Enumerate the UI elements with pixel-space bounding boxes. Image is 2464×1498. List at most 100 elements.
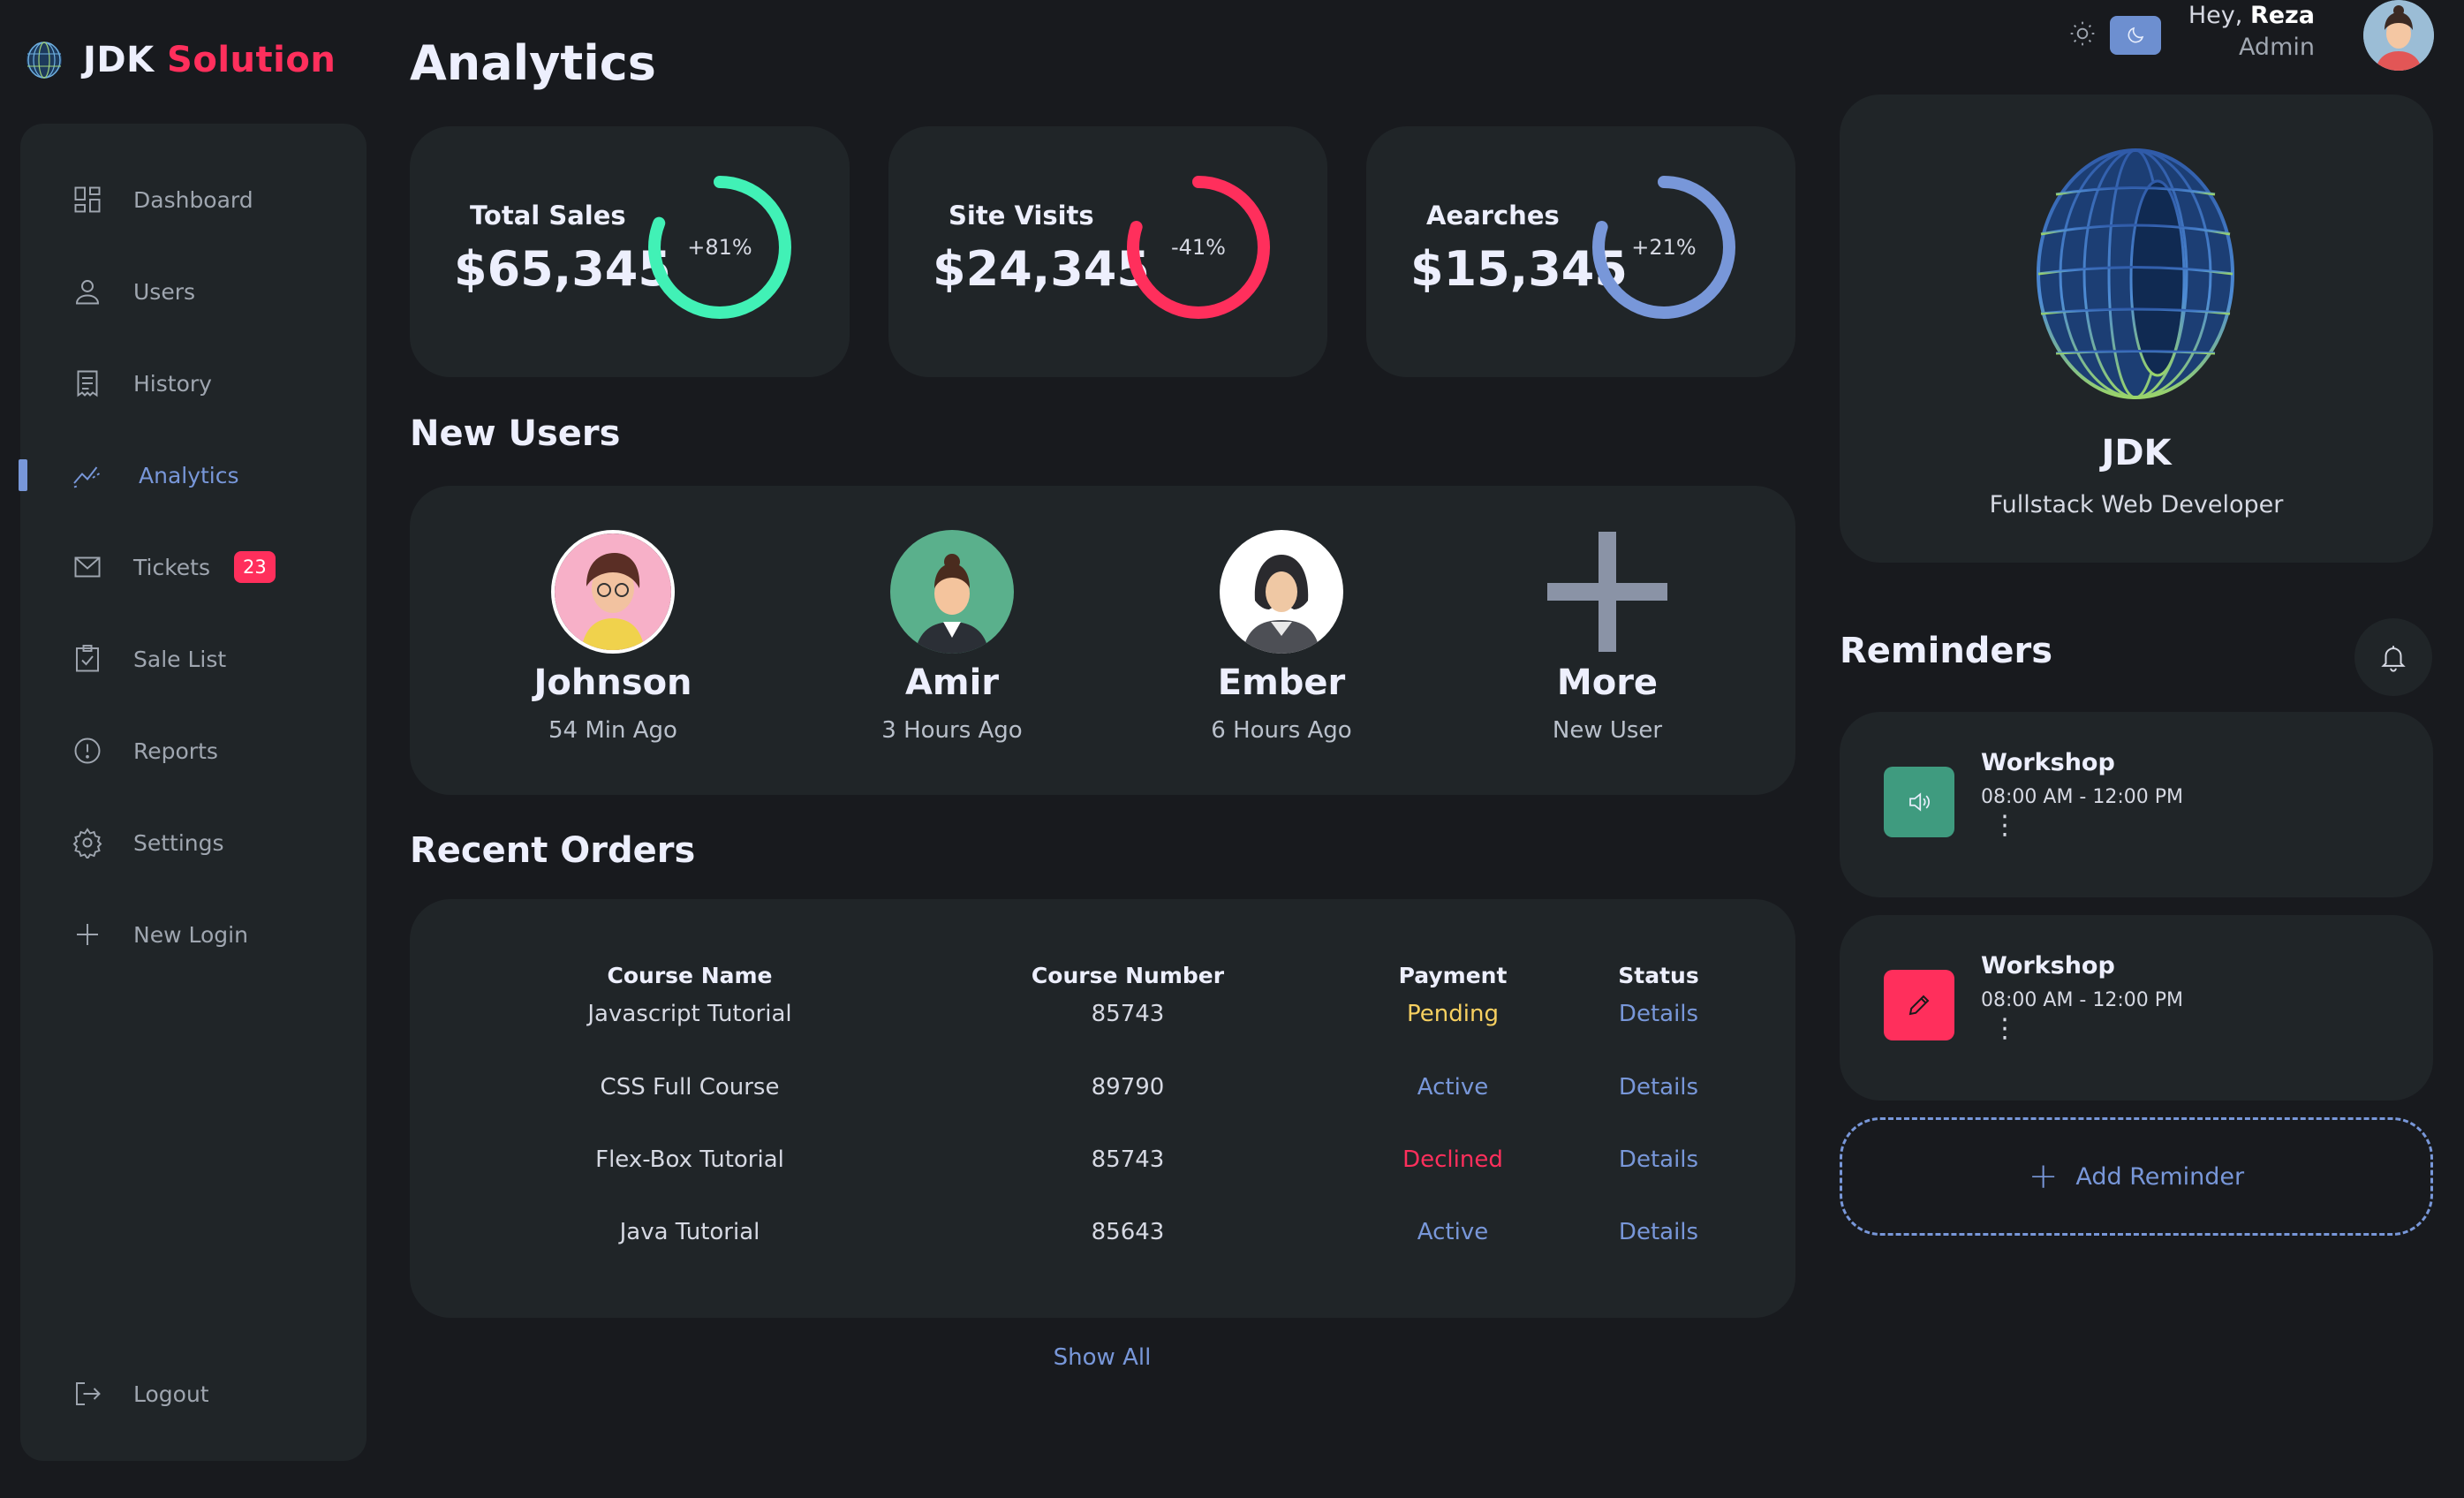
sidebar-item-users[interactable]: Users xyxy=(20,261,367,322)
sidebar: Dashboard Users History Analytics Ticket… xyxy=(19,124,367,1461)
recent-orders-heading: Recent Orders xyxy=(410,830,696,871)
user-avatar xyxy=(551,530,675,654)
more-options-icon[interactable]: ⋮ xyxy=(1992,813,2018,839)
reminder-time: 08:00 AM - 12:00 PM xyxy=(1981,989,2183,1011)
reminder-icon-box xyxy=(1884,767,1954,837)
sidebar-item-reports[interactable]: Reports xyxy=(20,720,367,782)
sidebar-item-analytics[interactable]: Analytics xyxy=(19,444,367,506)
orders-table: Course Name Course Number Payment Status… xyxy=(410,899,1795,1318)
payment-status-cell: Active xyxy=(1417,1219,1489,1245)
payment-status-cell: Declined xyxy=(1402,1146,1503,1173)
volume-icon xyxy=(1909,792,1930,812)
mail-icon xyxy=(74,556,101,578)
user-name: Reza xyxy=(2249,2,2315,29)
sidebar-item-label: Reports xyxy=(133,738,218,764)
dark-mode-toggle[interactable] xyxy=(2110,16,2161,55)
grid-icon xyxy=(74,186,101,213)
avatar-illustration xyxy=(890,530,1014,654)
details-link[interactable]: Details xyxy=(1619,1146,1698,1173)
sidebar-item-logout[interactable]: Logout xyxy=(20,1363,367,1425)
course-number-cell: 85643 xyxy=(1091,1219,1165,1245)
avatar-illustration xyxy=(2363,0,2434,71)
add-reminder-button[interactable]: + Add Reminder xyxy=(1840,1117,2433,1236)
stat-change: -41% xyxy=(1170,235,1226,260)
reminder-title: Workshop xyxy=(1981,952,2115,980)
reminders-heading: Reminders xyxy=(1840,631,2053,671)
user-role: Admin xyxy=(2238,34,2315,61)
course-name-cell: CSS Full Course xyxy=(600,1074,780,1101)
column-header-payment: Payment xyxy=(1398,963,1508,988)
stat-value: $65,345 xyxy=(454,241,671,297)
sidebar-item-dashboard[interactable]: Dashboard xyxy=(20,169,367,231)
reminder-card[interactable]: Workshop 08:00 AM - 12:00 PM ⋮ xyxy=(1840,915,2433,1101)
course-number-cell: 89790 xyxy=(1091,1074,1165,1101)
greeting-prefix: Hey, xyxy=(2188,2,2243,29)
add-reminder-label: Add Reminder xyxy=(2075,1162,2245,1191)
reminder-card[interactable]: Workshop 08:00 AM - 12:00 PM ⋮ xyxy=(1840,712,2433,897)
bell-icon xyxy=(2381,646,2406,672)
stat-card-total-sales[interactable]: Total Sales $65,345 +81% xyxy=(410,126,850,377)
payment-status-cell: Active xyxy=(1417,1074,1489,1101)
reminder-time: 08:00 AM - 12:00 PM xyxy=(1981,786,2183,808)
sidebar-item-settings[interactable]: Settings xyxy=(20,812,367,874)
user-avatar xyxy=(890,530,1014,654)
sidebar-item-label: Dashboard xyxy=(133,186,253,213)
course-name-cell: Javascript Tutorial xyxy=(587,1001,792,1027)
user-name: Ember xyxy=(1217,662,1346,703)
profile-name: JDK xyxy=(2101,433,2172,473)
analytics-icon xyxy=(73,466,102,488)
receipt-icon xyxy=(77,370,98,397)
user-name: Johnson xyxy=(533,662,692,703)
avatar-illustration xyxy=(555,533,671,650)
alert-circle-icon xyxy=(74,738,101,764)
more-options-icon[interactable]: ⋮ xyxy=(1992,1016,2018,1042)
sidebar-item-label: History xyxy=(133,370,212,397)
details-link[interactable]: Details xyxy=(1619,1074,1698,1101)
reminder-icon-box xyxy=(1884,970,1954,1040)
user-avatar xyxy=(1220,530,1343,654)
payment-status-cell: Pending xyxy=(1407,1001,1499,1027)
avatar-illustration xyxy=(1220,530,1343,654)
user-time: 3 Hours Ago xyxy=(881,717,1023,744)
details-link[interactable]: Details xyxy=(1619,1001,1698,1027)
course-name-cell: Java Tutorial xyxy=(619,1219,760,1245)
profile-logo-icon xyxy=(2037,148,2234,399)
plus-icon: + xyxy=(2028,1156,2059,1197)
profile-avatar[interactable] xyxy=(2363,0,2434,71)
stat-card-searches[interactable]: Aearches $15,345 +21% xyxy=(1366,126,1795,377)
sidebar-item-tickets[interactable]: Tickets 23 xyxy=(20,536,367,598)
user-time: New User xyxy=(1552,717,1663,744)
reminder-title: Workshop xyxy=(1981,749,2115,776)
stat-change: +81% xyxy=(687,235,752,260)
user-time: 54 Min Ago xyxy=(548,717,677,744)
new-users-heading: New Users xyxy=(410,413,621,454)
show-all-link[interactable]: Show All xyxy=(1054,1344,1152,1371)
course-number-cell: 85743 xyxy=(1091,1146,1165,1173)
plus-icon xyxy=(1547,532,1667,652)
user-icon xyxy=(76,280,99,305)
stat-card-site-visits[interactable]: Site Visits $24,345 -41% xyxy=(888,126,1327,377)
stat-value: $24,345 xyxy=(933,241,1150,297)
sidebar-item-history[interactable]: History xyxy=(20,352,367,414)
user-name: More xyxy=(1556,662,1659,703)
sidebar-item-label: Settings xyxy=(133,829,224,856)
notifications-button[interactable] xyxy=(2354,618,2432,696)
sidebar-item-sale-list[interactable]: Sale List xyxy=(20,628,367,690)
brand-name: JDK Solution xyxy=(83,40,336,80)
details-link[interactable]: Details xyxy=(1619,1219,1698,1245)
sidebar-item-new-login[interactable]: New Login xyxy=(20,904,367,965)
brand-part1: JDK xyxy=(83,40,155,80)
user-name: Amir xyxy=(904,662,1000,703)
column-header-course-number: Course Number xyxy=(1031,963,1225,988)
app-logo[interactable]: JDK Solution xyxy=(25,32,336,88)
course-number-cell: 85743 xyxy=(1091,1001,1165,1027)
stat-label: Site Visits xyxy=(949,200,1094,231)
column-header-course-name: Course Name xyxy=(607,963,773,988)
column-header-status: Status xyxy=(1618,963,1699,988)
stat-label: Aearches xyxy=(1426,200,1560,231)
tickets-count-badge: 23 xyxy=(234,551,276,583)
gear-icon xyxy=(72,828,102,859)
clipboard-icon xyxy=(76,645,99,672)
active-indicator xyxy=(19,459,27,491)
sun-icon[interactable] xyxy=(2068,19,2097,48)
